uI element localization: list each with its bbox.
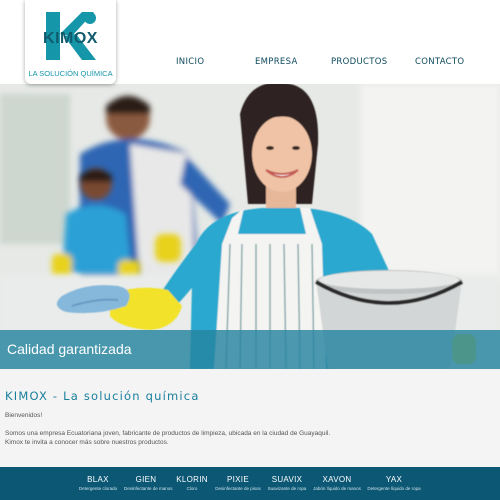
product-gien[interactable]: GIEN Desinfectante de manos (124, 475, 173, 491)
product-desc: Jabón líquido de manos (313, 486, 361, 491)
nav-item-inicio[interactable]: INICIO (176, 57, 204, 67)
product-pixie[interactable]: PIXIE Desinfectante de pisos (214, 475, 262, 491)
welcome-text: Bienvenidos! (5, 412, 43, 419)
description-line-2: Kimox te invita a conocer más sobre nues… (5, 439, 169, 446)
logo-tagline: LA SOLUCIÓN QUÍMICA (28, 69, 113, 78)
product-footer-bar: BLAX Detergente clorado GIEN Desinfectan… (0, 467, 500, 500)
nav-item-contacto[interactable]: CONTACTO (415, 57, 464, 67)
product-desc: Desinfectante de manos (124, 486, 173, 491)
product-blax[interactable]: BLAX Detergente clorado (76, 475, 120, 491)
nav-item-empresa[interactable]: EMPRESA (255, 57, 298, 67)
product-name: PIXIE (227, 475, 249, 484)
product-name: YAX (385, 475, 403, 484)
nav-item-productos[interactable]: PRODUCTOS (331, 57, 387, 67)
hero-photo (0, 84, 500, 369)
hero-banner: Calidad garantizada (0, 84, 500, 369)
product-yax[interactable]: YAX Detergente líquido de ropa (366, 475, 422, 491)
product-desc: Detergente clorado (78, 486, 118, 491)
description-line-1: Somos una empresa Ecuatoriana joven, fab… (5, 430, 331, 437)
logo[interactable]: KIMOX LA SOLUCIÓN QUÍMICA (25, 0, 116, 84)
product-name: BLAX (87, 475, 109, 484)
product-desc: Suavizante de ropa (267, 486, 307, 491)
product-desc: Desinfectante de pisos (215, 486, 261, 491)
hero-caption: Calidad garantizada (7, 341, 132, 357)
page: KIMOX LA SOLUCIÓN QUÍMICA INICIO EMPRESA… (0, 0, 500, 500)
intro-section: KIMOX - La solución química Bienvenidos!… (0, 369, 500, 467)
product-name: SUAVIX (271, 475, 303, 484)
product-name: XAVON (322, 475, 352, 484)
section-title: KIMOX - La solución química (5, 389, 200, 403)
product-desc: Detergente líquido de ropa (367, 486, 421, 491)
product-suavix[interactable]: SUAVIX Suavizante de ropa (264, 475, 310, 491)
product-name: GIEN (135, 475, 157, 484)
product-xavon[interactable]: XAVON Jabón líquido de manos (312, 475, 362, 491)
logo-wordmark: KIMOX (43, 30, 98, 47)
site-header: KIMOX LA SOLUCIÓN QUÍMICA INICIO EMPRESA… (0, 0, 500, 84)
product-name: KLORIN (176, 475, 208, 484)
product-desc: Cloro (186, 486, 198, 491)
product-klorin[interactable]: KLORIN Cloro (170, 475, 214, 491)
hero-caption-bar: Calidad garantizada (0, 330, 500, 369)
